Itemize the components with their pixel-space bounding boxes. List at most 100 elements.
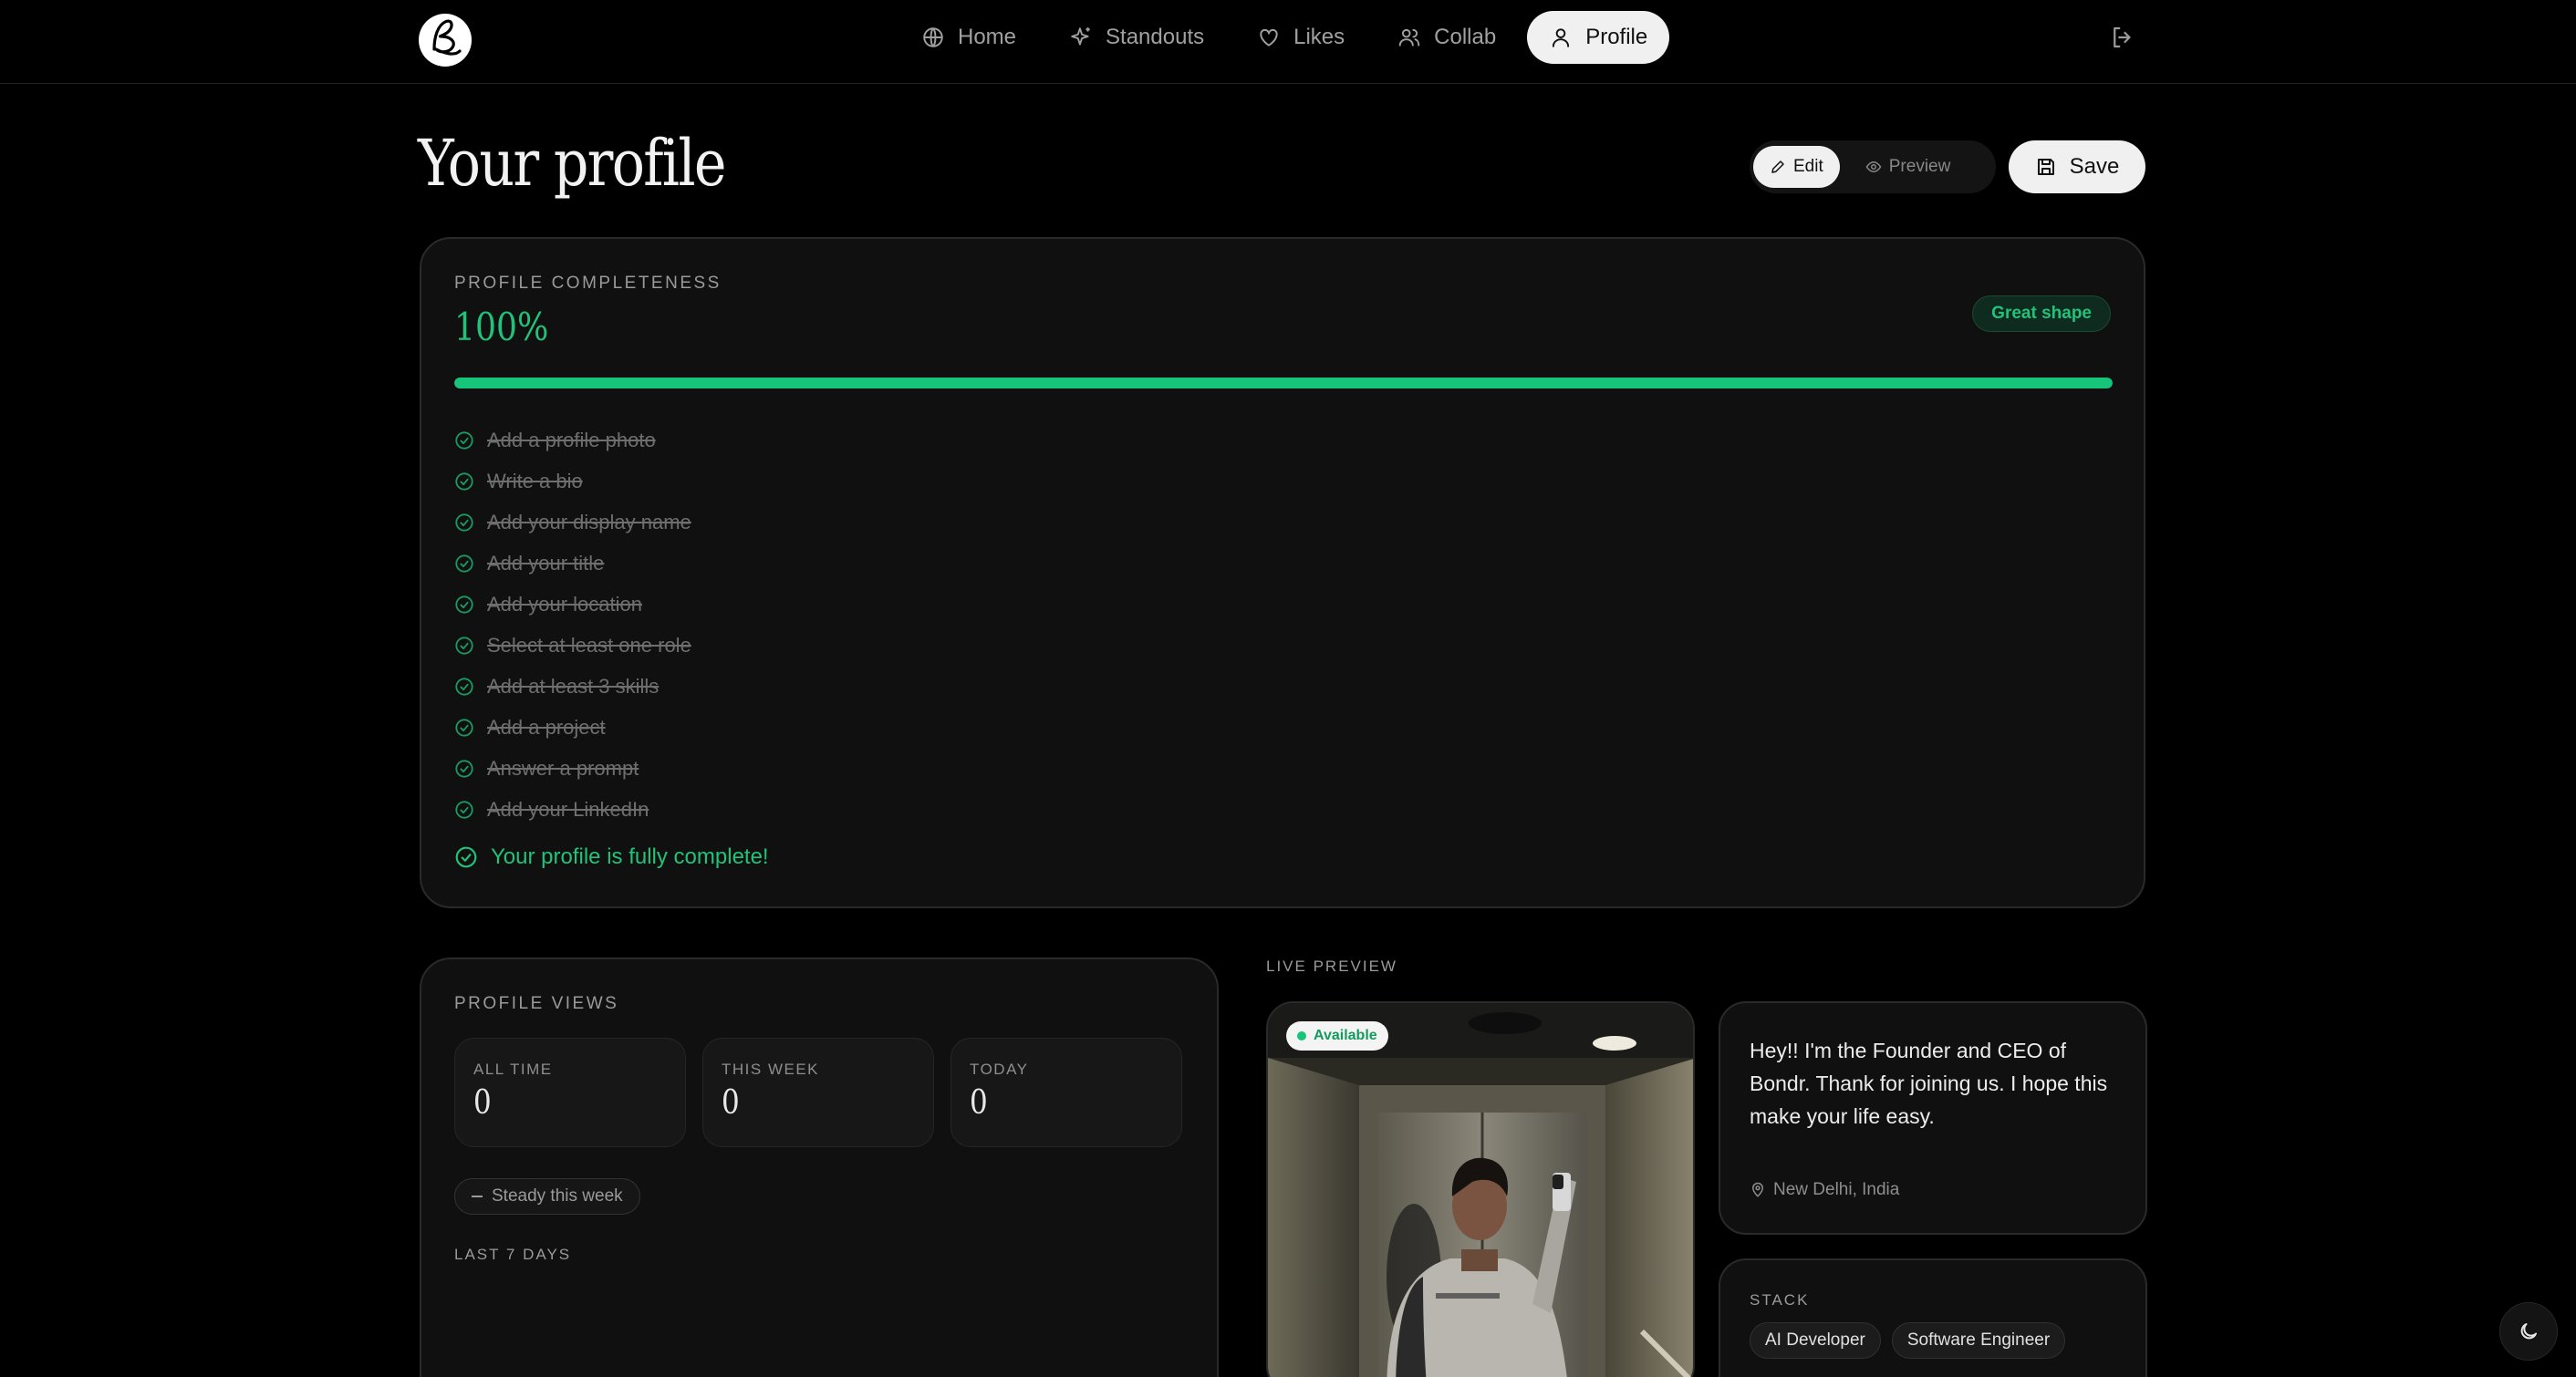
check-circle-icon [455, 595, 473, 614]
nav-home-label: Home [958, 25, 1017, 49]
check-circle-icon [455, 554, 473, 573]
globe-icon [923, 27, 943, 47]
available-badge: Available [1286, 1021, 1388, 1051]
checklist-item-label: Select at least one role [487, 633, 691, 657]
stack-chip: AI Developer [1750, 1322, 1881, 1359]
theme-toggle-button[interactable] [2499, 1302, 2558, 1361]
stack-eyebrow: STACK [1750, 1291, 1810, 1309]
map-pin-icon [1751, 1182, 1764, 1197]
edit-preview-toggle: Edit Preview [1750, 140, 1996, 193]
moon-icon [2520, 1323, 2537, 1340]
nav-likes-label: Likes [1293, 25, 1345, 49]
nav-collab-label: Collab [1434, 25, 1497, 49]
stack-card: STACK AI Developer Software Engineer [1719, 1258, 2147, 1377]
trend-badge: Steady this week [454, 1178, 640, 1215]
stat-label: THIS WEEK [722, 1061, 820, 1078]
stat-label: TODAY [970, 1061, 1029, 1078]
completeness-checklist: Add a profile photo Write a bio Add your d… [454, 419, 691, 830]
user-icon [1553, 28, 1570, 47]
profile-photo: Available [1266, 1001, 1695, 1377]
stat-this-week: THIS WEEK 0 [702, 1038, 934, 1147]
profile-completeness-card: PROFILE COMPLETENESS 100% Great shape Ad… [420, 237, 2145, 908]
top-navbar: Home Standouts Likes Collab Profile [0, 0, 2576, 84]
trend-text: Steady this week [492, 1186, 623, 1206]
profile-views-card: PROFILE VIEWS ALL TIME 0 THIS WEEK 0 TOD… [420, 958, 1219, 1377]
checklist-item-label: Add your LinkedIn [487, 797, 649, 821]
checklist-item: Add a project [454, 707, 691, 748]
dash-icon [472, 1196, 483, 1197]
completeness-eyebrow: PROFILE COMPLETENESS [454, 274, 722, 293]
stat-today: TODAY 0 [950, 1038, 1182, 1147]
floppy-icon [2037, 159, 2054, 175]
checklist-item-label: Add at least 3 skills [487, 674, 660, 698]
location: New Delhi, India [1750, 1180, 1899, 1200]
check-circle-icon [455, 430, 473, 450]
main-nav: Home Standouts Likes Collab Profile [899, 11, 1670, 64]
nav-collab[interactable]: Collab [1376, 11, 1518, 64]
checklist-item-label: Write a bio [487, 469, 583, 492]
completeness-progress-bar [454, 378, 2113, 388]
checklist-item: Add at least 3 skills [454, 666, 691, 707]
completeness-percent: 100% [454, 305, 549, 349]
heart-icon [1260, 28, 1278, 47]
status-dot [1297, 1031, 1306, 1041]
check-circle-icon [455, 677, 473, 696]
preview-mode-button[interactable]: Preview [1849, 146, 1968, 188]
edit-mode-button[interactable]: Edit [1753, 146, 1840, 188]
check-circle-icon [455, 471, 473, 491]
checklist-item: Add your display name [454, 502, 691, 543]
page-title: Your profile [418, 126, 726, 201]
completeness-progress-fill [454, 378, 2113, 388]
status-badge: Great shape [1972, 295, 2111, 332]
sparkles-icon [1071, 27, 1090, 46]
complete-message-text: Your profile is fully complete! [491, 844, 769, 869]
stat-value: 0 [970, 1084, 988, 1122]
checklist-item: Select at least one role [454, 625, 691, 666]
save-button[interactable]: Save [2009, 140, 2145, 193]
nav-home[interactable]: Home [899, 11, 1038, 64]
checklist-item-label: Add your title [487, 551, 605, 575]
stat-value: 0 [473, 1084, 492, 1122]
check-circle-icon [455, 636, 473, 655]
stat-all-time: ALL TIME 0 [454, 1038, 686, 1147]
edit-label: Edit [1793, 157, 1823, 176]
save-label: Save [2069, 154, 2120, 179]
available-text: Available [1314, 1028, 1377, 1043]
users-icon [1398, 28, 1420, 47]
nav-standouts[interactable]: Standouts [1047, 11, 1226, 64]
bondr-logo[interactable] [418, 9, 473, 67]
complete-message: Your profile is fully complete! [454, 844, 769, 870]
preview-label: Preview [1888, 157, 1951, 176]
nav-standouts-label: Standouts [1106, 25, 1205, 49]
checklist-item-label: Add your display name [487, 510, 691, 533]
nav-likes[interactable]: Likes [1235, 11, 1366, 64]
nav-profile-label: Profile [1585, 25, 1648, 49]
elevator-selfie-image [1268, 1003, 1693, 1377]
checklist-item: Add your title [454, 543, 691, 584]
location-text: New Delhi, India [1773, 1180, 1900, 1199]
bio-card: Hey!! I'm the Founder and CEO of Bondr. … [1719, 1001, 2147, 1235]
nav-profile[interactable]: Profile [1527, 11, 1670, 64]
checklist-item-label: Add a project [487, 715, 606, 739]
checklist-item: Write a bio [454, 461, 691, 502]
stack-chips: AI Developer Software Engineer [1750, 1322, 2133, 1359]
checklist-item-label: Add your location [487, 592, 642, 616]
logout-icon[interactable] [2109, 24, 2136, 51]
check-circle-icon [455, 718, 473, 737]
checklist-item-label: Answer a prompt [487, 756, 639, 780]
bio-text: Hey!! I'm the Founder and CEO of Bondr. … [1750, 1039, 2108, 1128]
check-circle-icon [455, 800, 473, 819]
check-circle-icon [455, 846, 477, 868]
eye-icon [1865, 160, 1882, 173]
stat-label: ALL TIME [473, 1061, 553, 1078]
checklist-item: Add a profile photo [454, 419, 691, 461]
live-preview-label: LIVE PREVIEW [1266, 958, 1397, 975]
check-circle-icon [455, 512, 473, 532]
stack-chip: Software Engineer [1891, 1322, 2066, 1359]
last-7-days-label: LAST 7 DAYS [454, 1246, 572, 1263]
checklist-item: Add your location [454, 584, 691, 625]
pencil-icon [1771, 160, 1784, 173]
stat-value: 0 [722, 1084, 740, 1122]
check-circle-icon [455, 759, 473, 778]
checklist-item-label: Add a profile photo [487, 428, 656, 451]
